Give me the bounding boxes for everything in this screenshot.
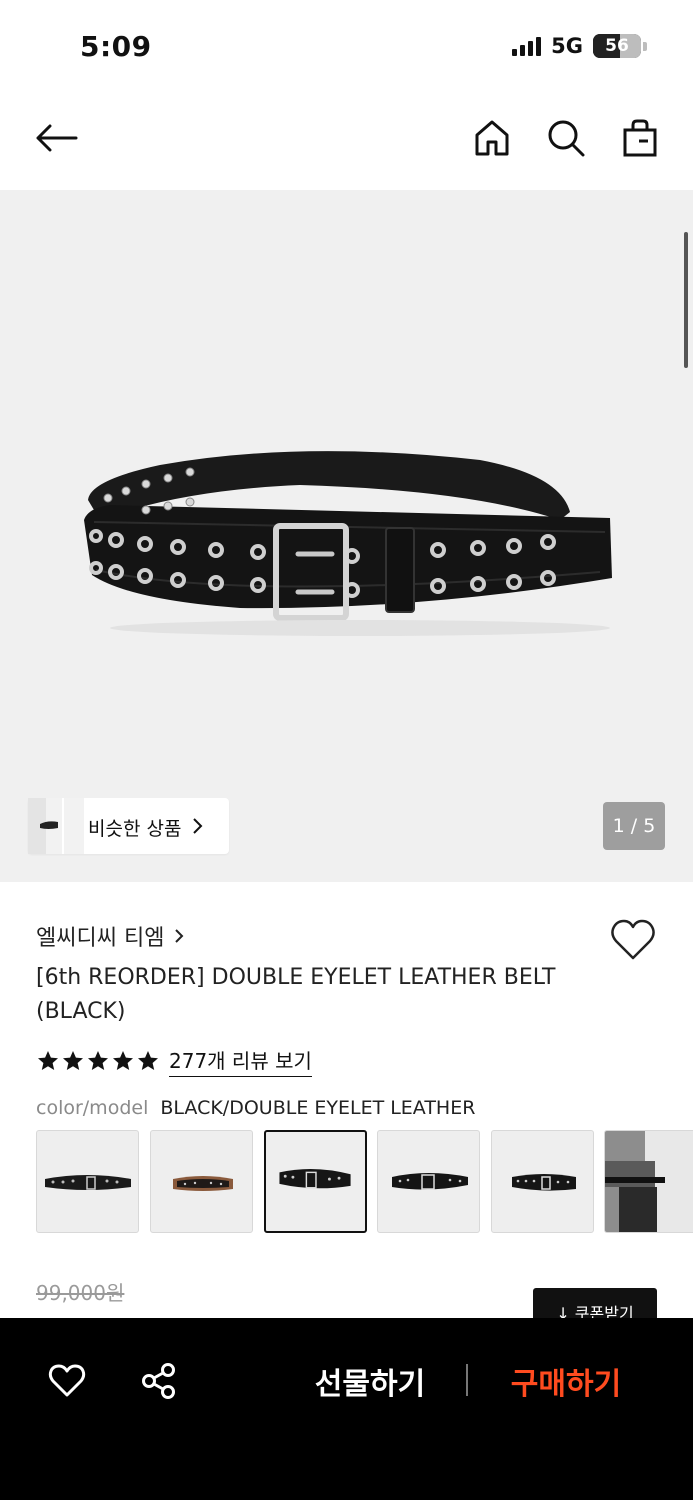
gift-button[interactable]: 선물하기 xyxy=(300,1358,440,1404)
battery-icon: 56 xyxy=(593,34,641,58)
status-indicators: 5G 56 xyxy=(512,34,647,58)
belt-thumbnail xyxy=(173,1176,233,1191)
cart-button[interactable] xyxy=(612,100,668,176)
battery-percent: 56 xyxy=(605,36,629,56)
buy-button[interactable]: 구매하기 xyxy=(496,1358,636,1404)
home-icon xyxy=(475,120,509,156)
brand-link[interactable]: 엘씨디씨 티엠 xyxy=(36,920,184,952)
star-icon xyxy=(63,1051,83,1070)
belt-thumbnail xyxy=(279,1168,351,1189)
option-label: color/model xyxy=(36,1097,149,1119)
variant-thumbnail[interactable] xyxy=(36,1130,139,1233)
variant-thumbnail[interactable] xyxy=(491,1130,594,1233)
chevron-right-icon xyxy=(193,818,203,834)
similar-product-thumbnail xyxy=(28,798,84,854)
product-title: [6th REORDER] DOUBLE EYELET LEATHER BELT… xyxy=(36,965,556,1024)
chevron-right-icon xyxy=(175,929,184,943)
share-button[interactable] xyxy=(136,1358,182,1404)
belt-thumbnail xyxy=(512,1174,576,1191)
reviews-link[interactable]: 277개 리뷰 보기 xyxy=(169,1045,312,1077)
star-icon xyxy=(138,1051,158,1070)
bottom-wishlist-button[interactable] xyxy=(44,1358,90,1404)
arrow-left-icon xyxy=(36,124,78,152)
variant-thumbnail[interactable] xyxy=(377,1130,480,1233)
star-icon xyxy=(113,1051,133,1070)
status-bar: 5:09 5G 56 xyxy=(0,0,693,92)
star-icon xyxy=(88,1051,108,1070)
gallery-page-indicator: 1 / 5 xyxy=(603,802,665,850)
product-image xyxy=(84,451,612,636)
network-type: 5G xyxy=(551,34,583,58)
variant-thumbnail[interactable] xyxy=(604,1130,693,1233)
model-photo-thumbnail xyxy=(605,1131,693,1232)
status-time: 5:09 xyxy=(80,30,152,63)
bottom-action-bar: 선물하기 구매하기 xyxy=(0,1318,693,1500)
belt-thumbnail xyxy=(392,1173,468,1190)
top-navigation xyxy=(0,100,693,176)
signal-icon xyxy=(512,36,542,56)
product-image-gallery[interactable]: 비슷한 상품 1 / 5 xyxy=(0,190,693,882)
similar-products-button[interactable]: 비슷한 상품 xyxy=(28,798,229,854)
original-price: 99,000원 xyxy=(36,1281,125,1305)
back-button[interactable] xyxy=(28,100,84,176)
variant-thumbnail-selected[interactable] xyxy=(264,1130,367,1233)
rating-row: 277개 리뷰 보기 xyxy=(36,1045,312,1077)
gallery-scrollbar[interactable] xyxy=(684,232,688,368)
search-icon xyxy=(548,120,585,157)
star-icon xyxy=(38,1051,58,1070)
similar-products-label: 비슷한 상품 xyxy=(88,818,182,840)
brand-name: 엘씨디씨 티엠 xyxy=(36,926,165,951)
heart-icon xyxy=(48,1364,86,1397)
variant-list xyxy=(36,1130,693,1233)
share-icon xyxy=(142,1363,175,1399)
variant-thumbnail[interactable] xyxy=(150,1130,253,1233)
bottom-divider xyxy=(466,1364,468,1396)
home-button[interactable] xyxy=(464,100,520,176)
belt-thumbnail xyxy=(45,1175,131,1190)
option-value: BLACK/DOUBLE EYELET LEATHER xyxy=(160,1097,476,1119)
heart-icon xyxy=(611,919,655,960)
search-button[interactable] xyxy=(538,100,594,176)
wishlist-button[interactable] xyxy=(610,918,656,962)
option-row: color/model BLACK/DOUBLE EYELET LEATHER xyxy=(36,1097,475,1119)
shopping-bag-icon xyxy=(623,119,657,157)
